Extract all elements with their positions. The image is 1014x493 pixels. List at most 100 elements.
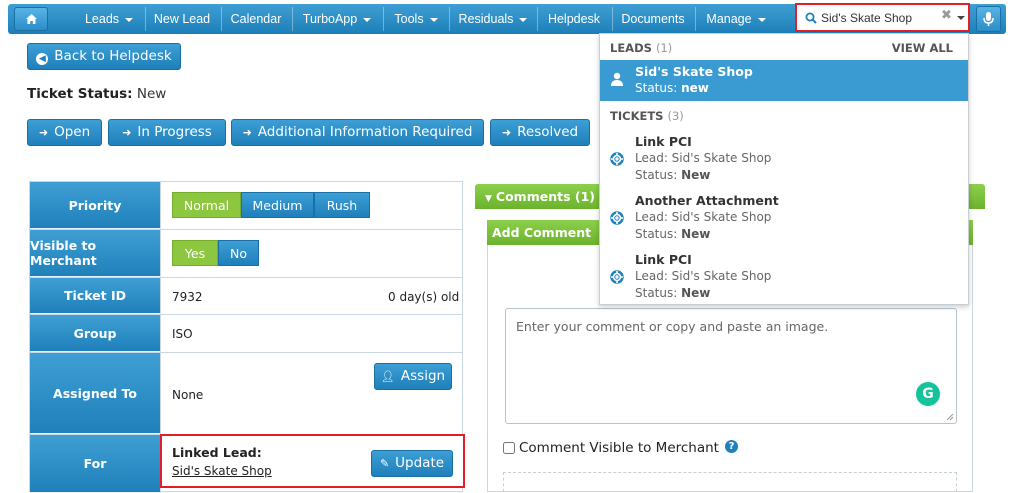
priority-medium-button[interactable]: Medium [241,192,314,218]
nav-turboapp[interactable]: TurboApp [295,7,379,31]
status-in-progress-label: In Progress [137,124,212,140]
lifebuoy-icon [610,211,624,225]
chevron-down-icon [363,17,372,22]
chevron-down-icon [429,17,438,22]
ticket-result-status: Status: New [635,168,710,182]
lead-result-name: Sid's Skate Shop [635,64,753,79]
lifebuoy-icon [610,270,624,284]
leads-section-title: LEADS (1) [610,41,672,55]
search-box[interactable]: ✖ [795,3,970,32]
ticket-status-value: New [136,86,167,102]
leads-count: (1) [655,41,673,55]
back-to-helpdesk-button[interactable]: ◀ Back to Helpdesk [27,43,181,70]
ticket-status-value: New [681,286,711,300]
visible-no-button[interactable]: No [218,240,259,266]
search-input[interactable] [821,9,939,27]
comment-textarea[interactable]: Enter your comment or copy and paste an … [505,308,957,424]
circle-left-arrow-icon: ◀ [36,53,49,65]
microphone-icon [983,12,994,26]
ticket-result-item[interactable]: Link PCI Lead: Sid's Skate Shop Status: … [600,252,968,310]
ticket-result-title: Link PCI [635,252,692,267]
ticket-result-item[interactable]: Link PCI Lead: Sid's Skate Shop Status: … [600,134,968,192]
ticket-result-lead: Lead: Sid's Skate Shop [635,151,772,165]
nav-tools[interactable]: Tools [386,7,446,31]
comment-placeholder: Enter your comment or copy and paste an … [516,319,829,334]
status-additional-info-label: Additional Information Required [257,124,473,140]
nav-divider [695,7,696,31]
nav-manage[interactable]: Manage [698,7,774,31]
visible-to-merchant-row: Visible to Merchant Yes No [30,230,462,278]
ticket-result-item[interactable]: Another Attachment Lead: Sid's Skate Sho… [600,193,968,251]
search-icon [805,12,817,24]
view-all-link[interactable]: VIEW ALL [892,41,953,55]
nav-residuals-label: Residuals [458,12,514,26]
back-to-helpdesk-label: Back to Helpdesk [54,48,172,64]
attachment-dropzone[interactable] [503,472,957,492]
nav-new-lead-label: New Lead [153,12,211,26]
arrow-right-icon: ➜ [38,126,49,139]
update-label: Update [395,455,445,471]
status-resolved-label: Resolved [517,124,579,140]
resize-handle-icon[interactable] [946,413,954,421]
visible-yes-button[interactable]: Yes [172,240,218,266]
ticket-status-label: Status: [635,227,678,241]
microphone-button[interactable] [976,6,1001,32]
group-label: Group [30,315,161,352]
ticket-id-value: 7932 [172,290,203,304]
ticket-result-title: Link PCI [635,134,692,149]
lead-result-item[interactable]: Sid's Skate Shop Status: new [600,60,968,101]
help-icon[interactable]: ? [724,440,738,453]
comment-visible-checkbox[interactable] [503,442,515,454]
status-in-progress-button[interactable]: ➜ In Progress [108,119,226,146]
priority-normal-button[interactable]: Normal [172,192,241,218]
home-button[interactable] [14,7,48,31]
user-icon: 👤︎ [380,370,395,383]
ticket-age: 0 day(s) old [388,290,460,304]
status-open-button[interactable]: ➜ Open [27,119,102,146]
ticket-result-status: Status: New [635,227,710,241]
lifebuoy-icon [610,152,624,166]
assign-label: Assign [400,368,446,384]
nav-calendar[interactable]: Calendar [224,7,288,31]
triangle-down-icon: ▼ [485,194,492,204]
visible-to-merchant-label: Visible to Merchant [30,230,161,277]
tickets-section-title: TICKETS (3) [610,109,684,123]
nav-residuals[interactable]: Residuals [452,7,534,31]
person-icon [611,72,623,86]
status-open-label: Open [54,124,91,140]
assigned-to-row: Assigned To None 👤︎ Assign [30,353,462,435]
nav-new-lead[interactable]: New Lead [148,7,216,31]
update-button[interactable]: ✎ Update [371,450,453,477]
status-resolved-button[interactable]: ➜ Resolved [490,119,590,146]
priority-rush-button[interactable]: Rush [314,192,370,218]
group-value: ISO [172,327,193,341]
comment-visible-to-merchant: Comment Visible to Merchant? [503,440,738,456]
ticket-id-label: Ticket ID [30,278,161,314]
group-row: Group ISO [30,315,462,353]
nav-divider [383,7,384,31]
assigned-to-value: None [172,388,204,402]
search-results-dropdown: LEADS (1) VIEW ALL Sid's Skate Shop Stat… [599,33,969,305]
nav-leads[interactable]: Leads [76,7,142,31]
linked-lead-link[interactable]: Sid's Skate Shop [172,464,272,478]
chevron-down-icon [519,17,528,22]
nav-divider [145,7,146,31]
nav-documents[interactable]: Documents [615,7,691,31]
grammarly-icon[interactable]: G [916,382,940,406]
chevron-down-icon [125,17,134,22]
ticket-status: Ticket Status: New [27,86,166,102]
assign-button[interactable]: 👤︎ Assign [374,363,452,390]
home-icon [25,14,37,24]
status-additional-info-button[interactable]: ➜ Additional Information Required [231,119,484,146]
clear-icon[interactable]: ✖ [941,8,952,23]
arrow-right-icon: ➜ [242,126,252,139]
tickets-title: TICKETS [610,109,664,123]
chevron-down-icon [757,17,766,22]
lead-result-status: Status: new [635,81,709,95]
search-box-inner: ✖ [799,7,966,28]
ticket-status-label: Status: [635,286,678,300]
chevron-down-icon[interactable] [957,16,965,20]
nav-calendar-label: Calendar [230,12,282,26]
nav-helpdesk[interactable]: Helpdesk [540,7,608,31]
ticket-status-label: Status: [635,168,678,182]
